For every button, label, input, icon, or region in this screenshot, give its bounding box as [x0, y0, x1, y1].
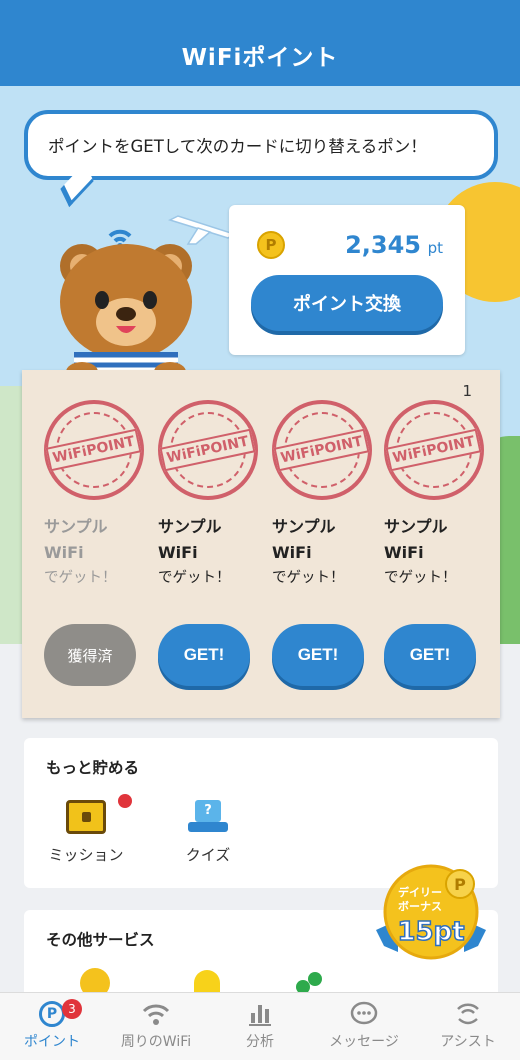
- treasure-chest-icon: [66, 800, 106, 834]
- slot-title-wifi: WiFi: [158, 543, 198, 562]
- get-button[interactable]: GET!: [158, 624, 250, 686]
- page-title: WiFiポイント: [181, 45, 339, 71]
- stamp-label: WiFiPOINT: [273, 428, 371, 472]
- acquired-button[interactable]: 獲得済: [44, 624, 136, 686]
- slot-title: サンプル: [272, 517, 336, 536]
- tab-assist[interactable]: アシスト: [416, 993, 520, 1060]
- svg-text:ボーナス: ボーナス: [398, 899, 442, 913]
- stamp-slot-3: WiFiPOINT サンプル WiFi でゲット！: [272, 400, 372, 590]
- tab-nearby-wifi[interactable]: 周りのWiFi: [104, 993, 208, 1060]
- stamp-slot-1: WiFiPOINT サンプル WiFi でゲット！: [44, 400, 144, 590]
- stamp-label: WiFiPOINT: [159, 428, 257, 472]
- section-title: もっと貯める: [46, 759, 140, 777]
- coin-icon: P: [257, 231, 285, 259]
- get-button[interactable]: GET!: [272, 624, 364, 686]
- quiz-menu-item[interactable]: ? クイズ: [158, 800, 258, 865]
- points-balance: 2,345: [345, 231, 421, 259]
- tab-points[interactable]: P 3 ポイント: [0, 993, 104, 1060]
- tab-messages[interactable]: メッセージ: [312, 993, 416, 1060]
- slot-title-wifi: WiFi: [44, 543, 84, 562]
- point-exchange-button[interactable]: ポイント交換: [251, 275, 443, 331]
- stamp-card: 1 WiFiPOINT サンプル WiFi でゲット！ WiFiPOINT サン…: [22, 370, 500, 718]
- points-card: P 2,345 pt ポイント交換: [229, 205, 465, 355]
- stamp-icon: WiFiPOINT: [44, 400, 144, 500]
- slot-subtitle: でゲット！: [158, 570, 231, 586]
- stamp-slot-2: WiFiPOINT サンプル WiFi でゲット！: [158, 400, 258, 590]
- section-title: その他サービス: [46, 931, 155, 949]
- tab-analysis[interactable]: 分析: [208, 993, 312, 1060]
- slot-title-wifi: WiFi: [384, 543, 424, 562]
- slot-title-wifi: WiFi: [272, 543, 312, 562]
- bottom-tab-bar: P 3 ポイント 周りのWiFi 分析 メッセージ アシスト: [0, 992, 520, 1060]
- message-icon: [350, 1001, 378, 1025]
- stamp-icon: WiFiPOINT: [384, 400, 484, 500]
- slot-subtitle: でゲット！: [384, 570, 457, 586]
- bubble-text: ポイントをGETして次のカードに切り替えるポン！: [48, 137, 427, 156]
- assist-icon: [457, 1003, 479, 1025]
- slot-subtitle: でゲット！: [272, 570, 345, 586]
- speech-bubble: ポイントをGETして次のカードに切り替えるポン！: [24, 110, 498, 180]
- stamp-icon: WiFiPOINT: [158, 400, 258, 500]
- daily-bonus-badge[interactable]: P デイリー ボーナス 15pt: [372, 860, 490, 970]
- svg-text:P: P: [454, 875, 466, 894]
- mission-label: ミッション: [48, 846, 124, 864]
- slot-subtitle: でゲット！: [44, 570, 117, 586]
- svg-text:デイリー: デイリー: [398, 885, 442, 899]
- stamp-slot-4: WiFiPOINT サンプル WiFi でゲット！: [384, 400, 484, 590]
- svg-text:15pt: 15pt: [397, 917, 464, 947]
- stamp-icon: WiFiPOINT: [272, 400, 372, 500]
- notification-badge: 3: [62, 999, 82, 1019]
- stamp-label: WiFiPOINT: [45, 428, 143, 472]
- chart-icon: [249, 1005, 271, 1026]
- quiz-hat-icon: ?: [188, 800, 228, 834]
- app-header: WiFiポイント: [0, 0, 520, 86]
- slot-title: サンプル: [384, 517, 448, 536]
- points-unit: pt: [427, 239, 443, 257]
- get-button[interactable]: GET!: [384, 624, 476, 686]
- quiz-label: クイズ: [185, 846, 231, 864]
- slot-title: サンプル: [158, 517, 222, 536]
- card-number: 1: [462, 382, 472, 400]
- slot-title: サンプル: [44, 517, 108, 536]
- mission-menu-item[interactable]: ミッション: [36, 794, 136, 865]
- notification-dot: [118, 794, 132, 808]
- wifi-icon: [142, 1004, 170, 1025]
- bear-mascot: [60, 229, 192, 382]
- stamp-label: WiFiPOINT: [385, 428, 483, 472]
- points-icon: P: [39, 1001, 65, 1027]
